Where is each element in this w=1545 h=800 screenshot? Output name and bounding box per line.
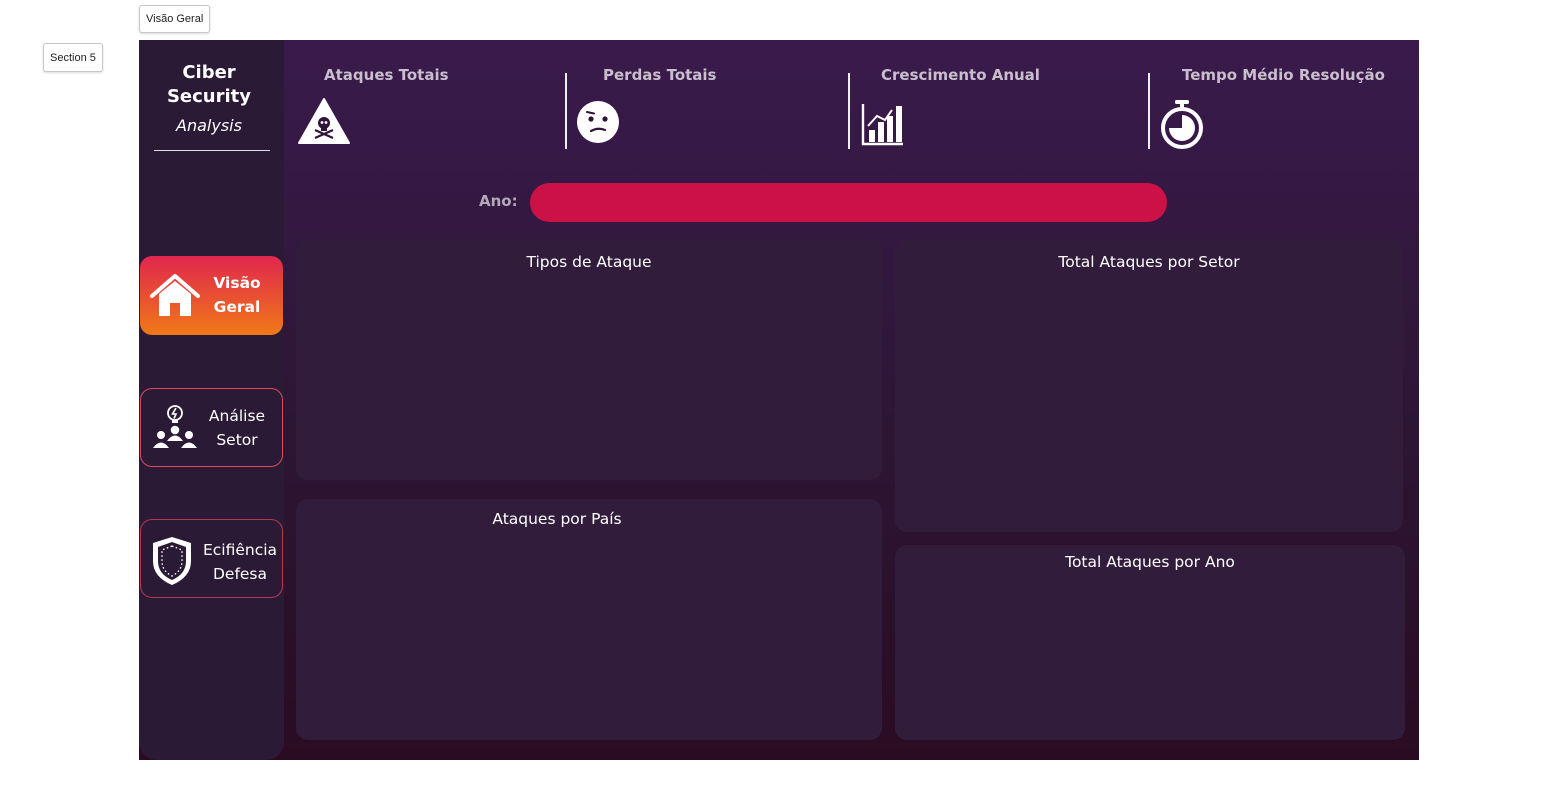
card-title: Total Ataques por Setor <box>1058 253 1240 271</box>
team-idea-icon <box>153 405 197 448</box>
card-total-ataques-por-setor: Total Ataques por Setor <box>895 239 1403 532</box>
card-total-ataques-por-ano: Total Ataques por Ano <box>895 545 1405 740</box>
kpi-ataques-totais-title: Ataques Totais <box>324 66 449 84</box>
nav-label: Visão Geral <box>213 274 261 316</box>
kpi-separator <box>1148 73 1150 149</box>
kpi-crescimento-anual-title: Crescimento Anual <box>881 66 1040 84</box>
kpi-perdas-totais-title: Perdas Totais <box>603 66 717 84</box>
logo-title-line1: Ciber <box>182 62 236 83</box>
logo-divider <box>154 150 270 151</box>
logo-title-line2: Security <box>166 86 252 107</box>
year-filter-label: Ano: <box>479 192 518 210</box>
card-title: Tipos de Ataque <box>526 253 652 271</box>
kpi-tempo-medio-resolucao-title: Tempo Médio Resolução <box>1182 66 1385 84</box>
tab-visao-geral[interactable]: Visão Geral <box>139 5 211 33</box>
nav-label: Ecifiência Defesa <box>202 541 278 583</box>
kpi-separator <box>848 73 850 149</box>
card-title: Ataques por País <box>492 510 622 528</box>
confused-face-icon <box>577 101 619 143</box>
sidebar: Ciber Security Analysis Visão Geral Anál… <box>139 40 284 760</box>
card-title: Total Ataques por Ano <box>1065 553 1235 571</box>
dashboard-canvas: Ciber Security Analysis Visão Geral Anál… <box>139 40 1419 760</box>
card-tipos-de-ataque: Tipos de Ataque <box>296 239 882 480</box>
shield-icon <box>153 537 191 585</box>
nav-visao-geral-button[interactable]: Visão Geral <box>140 256 283 335</box>
section-5-button[interactable]: Section 5 <box>43 43 103 72</box>
home-icon <box>150 274 200 316</box>
nav-analise-setor-button[interactable]: Análise Setor <box>140 388 283 467</box>
stopwatch-icon <box>1161 100 1203 149</box>
bar-growth-icon <box>861 104 903 146</box>
card-ataques-por-pais: Ataques por País <box>296 499 882 740</box>
nav-label: Análise Setor <box>208 407 266 449</box>
year-filter-slicer[interactable] <box>530 183 1167 222</box>
warning-skull-icon <box>298 98 350 144</box>
logo-subtitle: Analysis <box>176 116 242 135</box>
kpi-separator <box>565 73 567 149</box>
nav-eficiencia-defesa-button[interactable]: Ecifiência Defesa <box>140 519 283 598</box>
